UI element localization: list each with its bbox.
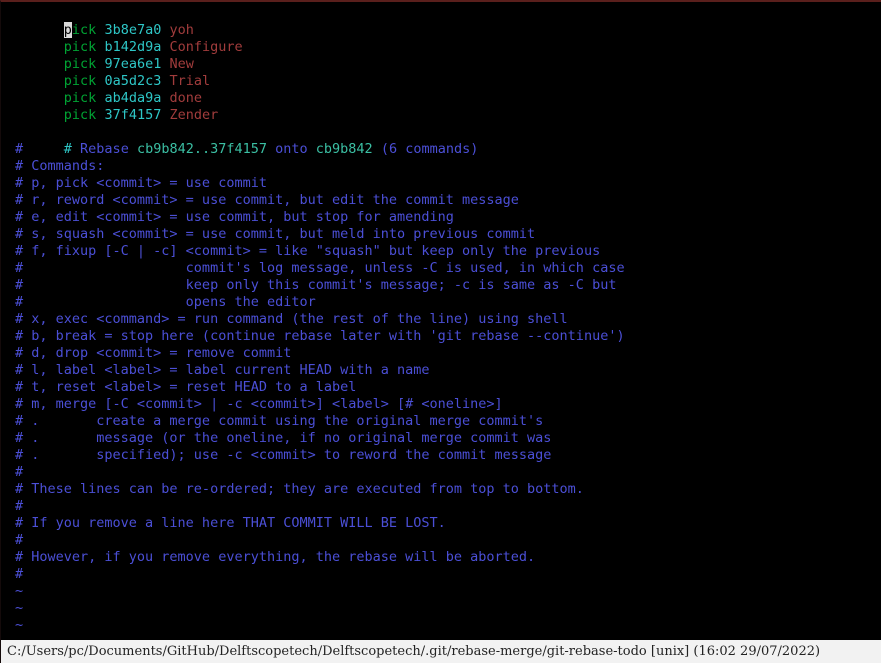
- pick-action: pick: [64, 73, 97, 89]
- commit-hash: b142d9a: [104, 39, 161, 55]
- rebase-onto-hash: cb9b842: [316, 141, 373, 157]
- commit-subject: yoh: [170, 22, 194, 38]
- comment-line[interactable]: # s, squash <commit> = use commit, but m…: [15, 226, 881, 243]
- comment-line[interactable]: # f, fixup [-C | -c] <commit> = like "sq…: [15, 243, 881, 260]
- comment-line[interactable]: # However, if you remove everything, the…: [15, 549, 881, 566]
- vim-status-line: C:/Users/pc/Documents/GitHub/Delftscopet…: [1, 640, 881, 663]
- empty-line-marker: ~: [15, 600, 881, 617]
- comment-line[interactable]: # m, merge [-C <commit> | -c <commit>] <…: [15, 396, 881, 413]
- comment-line[interactable]: #: [15, 532, 881, 549]
- commit-subject: Zender: [169, 107, 218, 123]
- comment-line[interactable]: # b, break = stop here (continue rebase …: [15, 328, 881, 345]
- empty-line-marker: ~: [15, 583, 881, 600]
- comment-line[interactable]: #: [15, 464, 881, 481]
- comment-line[interactable]: #: [15, 566, 881, 583]
- pick-action: pick: [64, 107, 97, 123]
- commit-hash: 37f4157: [104, 107, 161, 123]
- pick-action-rest: ick: [72, 22, 96, 38]
- comment-line[interactable]: # l, label <label> = label current HEAD …: [15, 362, 881, 379]
- comment-line[interactable]: # r, reword <commit> = use commit, but e…: [15, 192, 881, 209]
- comment-line[interactable]: # If you remove a line here THAT COMMIT …: [15, 515, 881, 532]
- comment-line[interactable]: # x, exec <command> = run command (the r…: [15, 311, 881, 328]
- rebase-range: cb9b842..37f4157: [137, 141, 267, 157]
- block-cursor: p: [64, 22, 72, 38]
- commit-hash: 0a5d2c3: [104, 73, 161, 89]
- comment-hash-icon: #: [64, 141, 72, 157]
- comment-line[interactable]: # p, pick <commit> = use commit: [15, 175, 881, 192]
- commit-hash: 97ea6e1: [104, 56, 161, 72]
- comment-line[interactable]: # t, reset <label> = reset HEAD to a lab…: [15, 379, 881, 396]
- comment-line[interactable]: # . specified); use -c <commit> to rewor…: [15, 447, 881, 464]
- header-text-before: Rebase: [72, 141, 137, 157]
- comment-line[interactable]: # e, edit <commit> = use commit, but sto…: [15, 209, 881, 226]
- commit-hash: ab4da9a: [104, 90, 161, 106]
- rebase-header-line[interactable]: # Rebase cb9b842..37f4157 onto cb9b842 (…: [15, 124, 881, 141]
- comment-line[interactable]: # opens the editor: [15, 294, 881, 311]
- comment-line[interactable]: # Commands:: [15, 158, 881, 175]
- commit-subject: New: [169, 56, 193, 72]
- commit-subject: Configure: [169, 39, 242, 55]
- empty-line-marker: ~: [15, 617, 881, 634]
- commit-subject: Trial: [169, 73, 210, 89]
- comment-line[interactable]: # commit's log message, unless -C is use…: [15, 260, 881, 277]
- pick-action: pick: [64, 90, 97, 106]
- editor-buffer[interactable]: pick 3b8e7a0 yoh pick b142d9a Configure …: [1, 4, 881, 640]
- space: [161, 22, 169, 38]
- header-text-middle: onto: [267, 141, 316, 157]
- comment-line[interactable]: # . message (or the oneline, if no origi…: [15, 430, 881, 447]
- vim-terminal-window: pick 3b8e7a0 yoh pick b142d9a Configure …: [0, 0, 881, 663]
- pick-action: pick: [64, 39, 97, 55]
- pick-action: pick: [64, 56, 97, 72]
- todo-line[interactable]: pick 3b8e7a0 yoh: [15, 5, 881, 22]
- pick-action-with-cursor[interactable]: pick: [64, 22, 97, 38]
- comment-line[interactable]: # . create a merge commit using the orig…: [15, 413, 881, 430]
- header-command-count: (6 commands): [373, 141, 479, 157]
- commit-subject: done: [169, 90, 202, 106]
- comment-line[interactable]: # d, drop <commit> = remove commit: [15, 345, 881, 362]
- comment-line[interactable]: #: [15, 498, 881, 515]
- comment-line[interactable]: # These lines can be re-ordered; they ar…: [15, 481, 881, 498]
- comment-line[interactable]: # keep only this commit's message; -c is…: [15, 277, 881, 294]
- commit-hash: 3b8e7a0: [104, 22, 161, 38]
